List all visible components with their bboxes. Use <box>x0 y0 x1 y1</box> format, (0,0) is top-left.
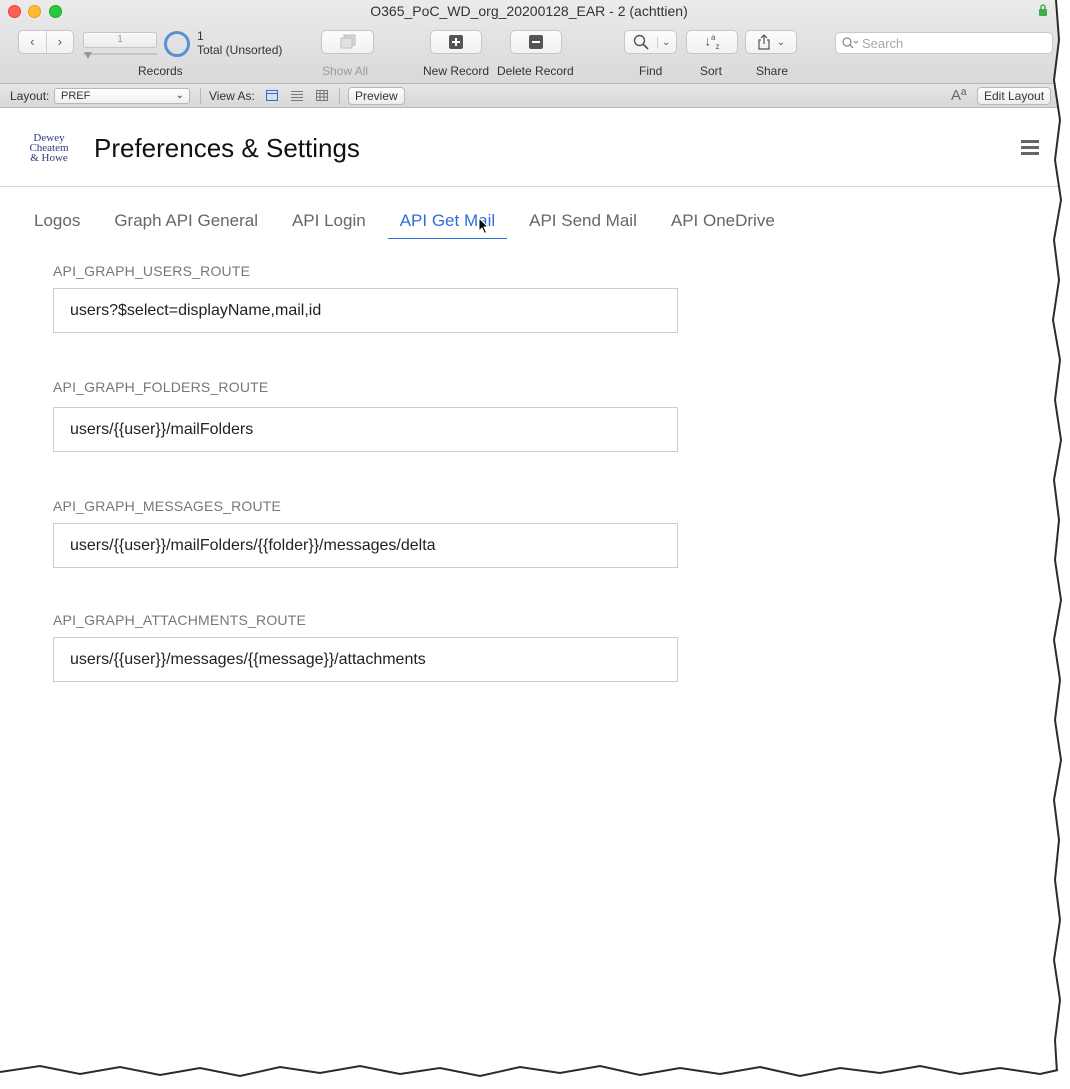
table-view-icon[interactable] <box>316 90 328 101</box>
attachments-route-label: API_GRAPH_ATTACHMENTS_ROUTE <box>53 612 307 628</box>
record-nav-control: ‹ › <box>18 30 74 54</box>
delete-record-button[interactable] <box>510 30 562 54</box>
form-view-icon[interactable] <box>266 90 278 101</box>
messages-route-field[interactable]: users/{{user}}/mailFolders/{{folder}}/me… <box>53 523 678 568</box>
next-record-button[interactable]: › <box>47 31 74 53</box>
company-logo: Dewey Cheatem & Howe <box>24 133 74 164</box>
torn-edge-decoration <box>0 1064 1070 1089</box>
sort-label: Sort <box>700 64 723 78</box>
search-field[interactable] <box>835 32 1053 54</box>
record-slider-thumb[interactable] <box>84 52 92 59</box>
show-all-button[interactable] <box>321 30 374 54</box>
minus-icon <box>529 35 543 49</box>
mouse-pointer-icon <box>478 217 490 235</box>
page-title: Preferences & Settings <box>94 133 360 163</box>
previous-record-button[interactable]: ‹ <box>19 31 47 53</box>
folders-route-label: API_GRAPH_FOLDERS_ROUTE <box>53 379 269 395</box>
attachments-route-field[interactable]: users/{{user}}/messages/{{message}}/atta… <box>53 637 678 682</box>
find-label: Find <box>639 64 663 78</box>
divider <box>200 88 201 104</box>
users-route-label: API_GRAPH_USERS_ROUTE <box>53 263 251 279</box>
plus-icon <box>449 35 463 49</box>
torn-edge-decoration <box>1051 0 1070 1089</box>
format-bar-toggle-icon[interactable]: Aª <box>951 87 967 104</box>
share-icon <box>758 34 770 50</box>
tab-graph-api-general[interactable]: Graph API General <box>102 209 270 239</box>
found-count: 1 <box>197 29 204 43</box>
search-input[interactable] <box>862 35 1042 51</box>
layout-select-value: PREF <box>61 90 91 102</box>
share-label: Share <box>756 64 789 78</box>
share-button[interactable]: ⌄ <box>745 30 797 54</box>
layout-bar: Layout: PREF ⌄ View As: Preview Aª Edit … <box>0 84 1058 108</box>
edit-layout-button[interactable]: Edit Layout <box>977 87 1052 105</box>
layout-content: Dewey Cheatem & Howe Preferences & Setti… <box>0 109 1058 1089</box>
find-button[interactable]: ⌄ <box>624 30 677 54</box>
chevron-down-icon: ⌄ <box>175 90 184 101</box>
page-header: Dewey Cheatem & Howe Preferences & Setti… <box>0 109 1058 187</box>
logo-line: & Howe <box>30 152 68 164</box>
show-all-label: Show All <box>322 64 369 78</box>
settings-tabs: Logos Graph API General API Login API Ge… <box>22 209 797 239</box>
tab-api-onedrive[interactable]: API OneDrive <box>659 209 787 239</box>
tab-api-send-mail[interactable]: API Send Mail <box>517 209 649 239</box>
messages-route-label: API_GRAPH_MESSAGES_ROUTE <box>53 498 282 514</box>
folders-route-field[interactable]: users/{{user}}/mailFolders <box>53 407 678 452</box>
share-menu-chevron-icon: ⌄ <box>776 36 786 48</box>
divider <box>339 88 340 104</box>
sort-icon: ↓az <box>704 33 720 51</box>
search-icon <box>842 37 858 49</box>
view-as-label: View As: <box>209 89 255 103</box>
tab-logos[interactable]: Logos <box>22 209 92 239</box>
delete-record-label: Delete Record <box>497 64 574 78</box>
show-all-icon <box>340 34 355 49</box>
hamburger-menu-icon[interactable] <box>1021 140 1039 156</box>
magnifier-icon <box>633 34 649 50</box>
new-record-button[interactable] <box>430 30 482 54</box>
tab-api-login[interactable]: API Login <box>280 209 378 239</box>
layout-label: Layout: <box>10 89 50 103</box>
preview-button[interactable]: Preview <box>348 87 405 105</box>
users-route-field[interactable]: users?$select=displayName,mail,id <box>53 288 678 333</box>
record-slider[interactable] <box>83 53 157 55</box>
records-label: Records <box>138 64 183 78</box>
total-sort-status: Total (Unsorted) <box>197 43 283 57</box>
lock-icon <box>1039 4 1047 16</box>
found-set-pie-icon <box>164 31 190 57</box>
layout-select[interactable]: PREF ⌄ <box>54 88 190 104</box>
find-menu-chevron-icon[interactable]: ⌄ <box>657 36 670 48</box>
sort-button[interactable]: ↓az <box>686 30 738 54</box>
new-record-label: New Record <box>423 64 490 78</box>
window-title: O365_PoC_WD_org_20200128_EAR - 2 (achtti… <box>370 3 688 19</box>
list-view-icon[interactable] <box>291 90 303 101</box>
current-record-field[interactable]: 1 <box>83 32 157 48</box>
window-titlebar: O365_PoC_WD_org_20200128_EAR - 2 (achtti… <box>0 0 1058 84</box>
